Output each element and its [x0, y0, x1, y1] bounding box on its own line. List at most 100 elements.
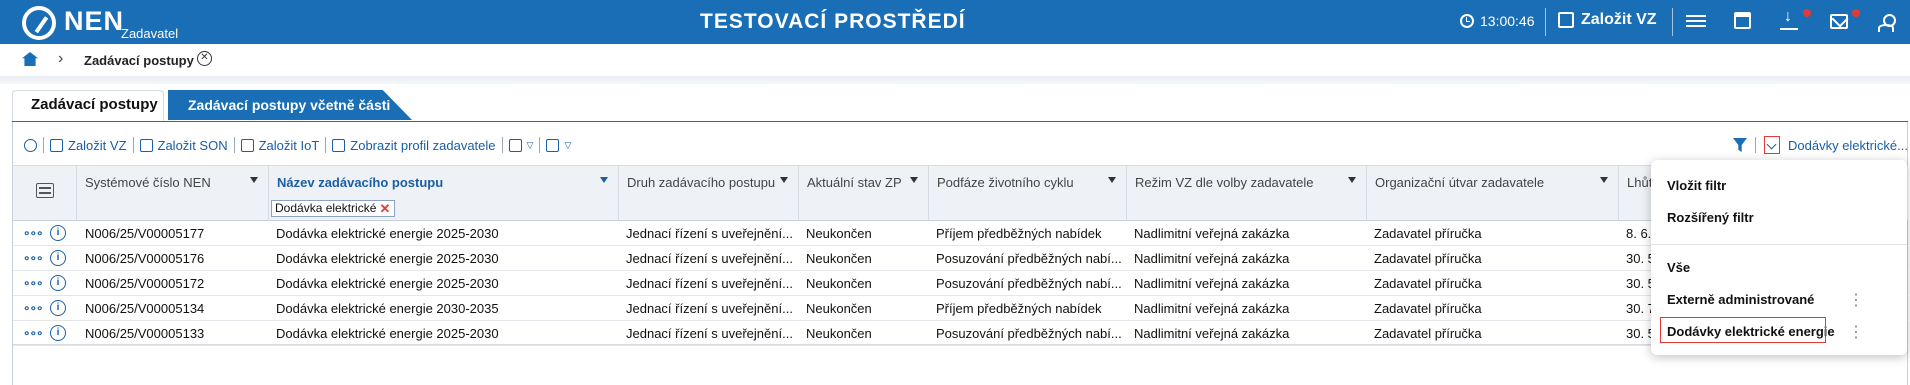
table-cell: Zadavatel příručka — [1374, 251, 1482, 266]
breadcrumb-current[interactable]: Zadávací postupy — [84, 53, 194, 68]
info-icon[interactable]: i — [50, 275, 66, 291]
user-icon[interactable] — [1878, 14, 1896, 32]
info-icon[interactable]: i — [50, 250, 66, 266]
breadcrumb: › Zadávací postupy ✕ — [0, 44, 1910, 76]
column-header-procedure-type[interactable]: Druh zadávacího postupu — [618, 165, 798, 221]
active-filter-name[interactable]: Dodávky elektrické... — [1788, 138, 1908, 153]
sort-icon[interactable] — [250, 177, 258, 183]
filter-area: Dodávky elektrické... — [1733, 136, 1908, 154]
row-actions-icon[interactable]: ∘∘∘ — [23, 276, 44, 290]
refresh-button[interactable] — [18, 138, 43, 152]
chevron-right-icon: › — [58, 50, 64, 67]
info-icon[interactable]: i — [50, 325, 66, 341]
info-icon[interactable]: i — [50, 300, 66, 316]
row-actions-icon[interactable]: ∘∘∘ — [23, 326, 44, 340]
column-label: Organizační útvar zadavatele — [1375, 175, 1545, 190]
table-row[interactable]: ∘∘∘ i N006/25/V00005134 Dodávka elektrické … — [13, 296, 1908, 321]
sort-icon[interactable] — [600, 177, 608, 183]
table-row[interactable]: ∘∘∘ i N006/25/V00005177 Dodávka elektrické … — [13, 221, 1908, 246]
document-add-icon — [50, 138, 63, 152]
clock-icon — [1460, 14, 1474, 28]
show-profile-button[interactable]: Zobrazit profil zadavatele — [326, 138, 501, 153]
kebab-menu-icon[interactable] — [1848, 322, 1864, 342]
row-actions-icon[interactable]: ∘∘∘ — [23, 226, 44, 240]
create-son-button[interactable]: Založit SON — [134, 138, 234, 153]
table-cell: Dodávka elektrické energie 2025-2030 — [276, 276, 499, 291]
mail-icon[interactable] — [1830, 14, 1848, 29]
download-notification-dot — [1803, 9, 1811, 17]
table-cell: Neukončen — [806, 251, 872, 266]
top-header: NEN Zadavatel TESTOVACÍ PROSTŘEDÍ 13:00:… — [0, 0, 1910, 44]
column-settings-icon[interactable] — [36, 183, 54, 198]
table-cell: Neukončen — [806, 326, 872, 341]
table-cell: Příjem předběžných nabídek — [936, 226, 1102, 241]
table-cell: Jednací řízení s uveřejnění... — [626, 251, 793, 266]
tab-zadavaci-postupy[interactable]: Zadávací postupy — [12, 90, 164, 122]
sort-icon[interactable] — [1600, 177, 1608, 183]
sort-icon[interactable] — [1348, 177, 1356, 183]
name-filter-value: Dodávka elektrické — [275, 201, 377, 215]
calendar-icon[interactable] — [1734, 12, 1751, 29]
close-icon[interactable]: ✕ — [197, 51, 212, 66]
column-header-system-number[interactable]: Systémové číslo NEN — [76, 165, 268, 221]
nen-logo-icon[interactable] — [22, 6, 56, 40]
name-filter-chip[interactable]: Dodávka elektrické ✕ — [271, 200, 396, 217]
document-icon — [332, 138, 346, 152]
clock-time: 13:00:46 — [1480, 13, 1535, 29]
table-cell: Nadlimitní veřejná zakázka — [1134, 326, 1290, 341]
print-button[interactable]: ▽ — [503, 138, 540, 152]
sort-icon[interactable] — [780, 177, 788, 183]
create-vz-label: Založit VZ — [1581, 11, 1657, 28]
table-row[interactable]: ∘∘∘ i N006/25/V00005176 Dodávka elektrické … — [13, 246, 1908, 271]
table-cell: Jednací řízení s uveřejnění... — [626, 226, 793, 241]
filter-dropdown-menu: Vložit filtr Rozšířený filtr Vše Externě… — [1651, 160, 1907, 355]
column-label: Režim VZ dle volby zadavatele — [1135, 175, 1314, 190]
column-label: Název zadávacího postupu — [277, 175, 444, 190]
create-vz-toolbar-button[interactable]: Založit VZ — [44, 138, 133, 153]
column-header-lifecycle-phase[interactable]: Podfáze životního cyklu — [928, 165, 1126, 221]
column-header-org-unit[interactable]: Organizační útvar zadavatele — [1366, 165, 1618, 221]
menu-item-insert-filter[interactable]: Vložit filtr — [1667, 178, 1726, 193]
session-clock: 13:00:46 — [1460, 13, 1535, 29]
table-cell: N006/25/V00005134 — [85, 301, 205, 316]
download-icon[interactable] — [1780, 8, 1798, 30]
sort-icon[interactable] — [910, 177, 918, 183]
menu-item-advanced-filter[interactable]: Rozšířený filtr — [1667, 210, 1754, 225]
export-button[interactable]: ▽ — [540, 138, 577, 152]
table-cell: Zadavatel příručka — [1374, 326, 1482, 341]
tab-zadavaci-postupy-vcetne-casti[interactable]: Zadávací postupy včetně části — [168, 90, 412, 120]
hamburger-icon[interactable] — [1686, 12, 1706, 32]
column-header-current-state[interactable]: Aktuální stav ZP — [798, 165, 928, 221]
create-vz-toolbar-label: Založit VZ — [68, 137, 127, 153]
column-header-regime[interactable]: Režim VZ dle volby zadavatele — [1126, 165, 1366, 221]
table-cell: Dodávka elektrické energie 2030-2035 — [276, 301, 499, 316]
kebab-menu-icon[interactable] — [1848, 290, 1864, 310]
table-row[interactable]: ∘∘∘ i N006/25/V00005172 Dodávka elektrické … — [13, 271, 1908, 296]
create-iot-label: Založit IoT — [258, 137, 320, 153]
toolbar: Založit VZ Založit SON Založit IoT Zobra… — [18, 134, 577, 156]
create-vz-button[interactable]: Založit VZ — [1558, 11, 1657, 29]
table-cell: N006/25/V00005177 — [85, 226, 205, 241]
sort-icon[interactable] — [1108, 177, 1116, 183]
table-row[interactable]: ∘∘∘ i N006/25/V00005133 Dodávka elektrické … — [13, 321, 1908, 346]
menu-item-all[interactable]: Vše — [1667, 260, 1690, 275]
table-cell: Dodávka elektrické energie 2025-2030 — [276, 226, 499, 241]
export-icon — [546, 138, 560, 152]
create-iot-button[interactable]: Založit IoT — [235, 138, 326, 153]
table-cell: Nadlimitní veřejná zakázka — [1134, 226, 1290, 241]
row-actions-icon[interactable]: ∘∘∘ — [23, 301, 44, 315]
table-cell: Posuzování předběžných nabí... — [936, 251, 1122, 266]
filter-dropdown-button[interactable] — [1764, 136, 1780, 154]
logo-text[interactable]: NEN — [64, 6, 124, 37]
funnel-icon[interactable] — [1733, 138, 1747, 152]
info-icon[interactable]: i — [50, 225, 66, 241]
table-cell: Dodávka elektrické energie 2025-2030 — [276, 326, 499, 341]
table-cell: Zadavatel příručka — [1374, 276, 1482, 291]
remove-filter-icon[interactable]: ✕ — [379, 201, 390, 216]
print-icon — [508, 138, 522, 152]
menu-item-externally-administered[interactable]: Externě administrované — [1667, 292, 1814, 307]
home-icon[interactable] — [22, 52, 38, 66]
toolbar-divider — [1755, 137, 1756, 153]
column-label: Druh zadávacího postupu — [627, 175, 776, 190]
row-actions-icon[interactable]: ∘∘∘ — [23, 251, 44, 265]
